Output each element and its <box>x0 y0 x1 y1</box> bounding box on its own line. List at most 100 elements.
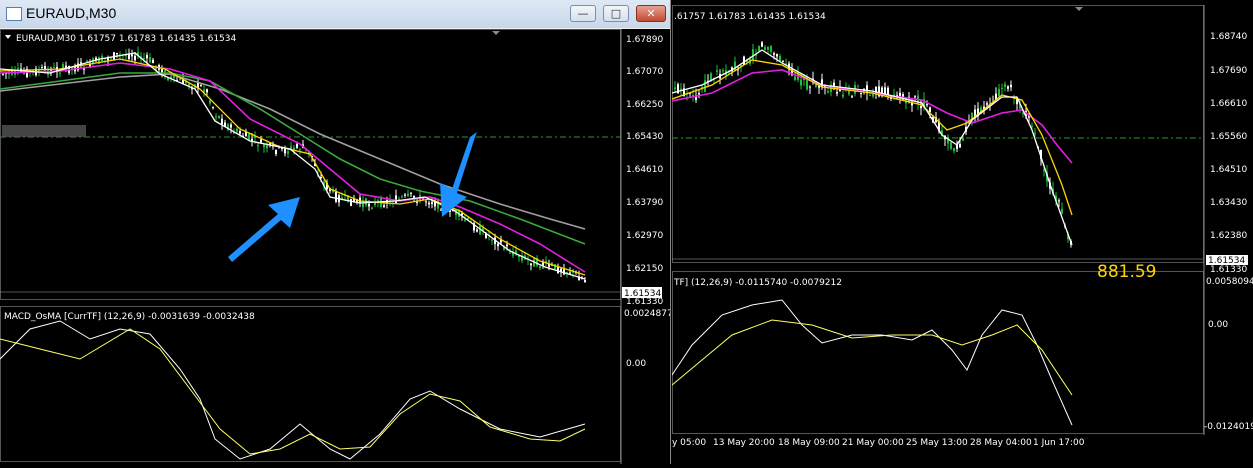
histogram-bar <box>238 362 241 420</box>
left-chart-area[interactable]: EURAUD,M30 1.61757 1.61783 1.61435 1.615… <box>0 29 670 464</box>
histogram-bar <box>866 317 869 323</box>
price-tick: 1.66250 <box>626 100 663 110</box>
candle-body <box>41 67 43 68</box>
histogram-bar <box>94 359 97 362</box>
histogram-bar <box>38 362 41 369</box>
histogram-bar <box>562 361 565 362</box>
histogram-bar <box>914 323 917 328</box>
price-tick: 1.64510 <box>1210 165 1247 175</box>
histogram-bar <box>378 337 381 362</box>
histogram-bar <box>514 362 517 371</box>
histogram-bar <box>1002 313 1005 323</box>
histogram-bar <box>154 362 157 393</box>
candle-body <box>218 116 220 118</box>
histogram-bar <box>110 352 113 362</box>
histogram-bar <box>1010 323 1013 324</box>
indicator-scale-bottom: -0.0124019 <box>1204 422 1253 432</box>
minimize-button[interactable]: — <box>570 5 596 22</box>
histogram-bar <box>746 323 749 340</box>
histogram-bar <box>266 362 269 364</box>
down-arrow-annotation[interactable] <box>440 132 477 217</box>
ma-magenta-line <box>672 70 1072 163</box>
candle-body <box>1031 126 1033 127</box>
histogram-bar <box>258 362 261 380</box>
histogram-bar <box>814 323 817 336</box>
candle-body <box>53 67 55 68</box>
candle-body <box>335 192 337 202</box>
histogram-bar <box>426 335 429 362</box>
candle-body <box>758 46 760 51</box>
candle-body <box>287 151 289 153</box>
candle-body <box>887 88 889 95</box>
left-chart-svg[interactable]: EURAUD,M30 1.61757 1.61783 1.61435 1.615… <box>0 29 670 464</box>
left-chart-window: EURAUD,M30 — □ ✕ EURAUD,M30 1.61757 1.61… <box>0 0 671 464</box>
shift-marker-icon[interactable] <box>1075 7 1083 11</box>
histogram-bar <box>502 362 505 378</box>
price-tick: 1.62150 <box>626 264 663 274</box>
ma-fast-line <box>672 50 1072 245</box>
candle-body <box>800 80 802 86</box>
candle-body <box>260 140 262 143</box>
histogram-bar <box>950 323 953 349</box>
histogram-bar <box>530 362 533 367</box>
histogram-bar <box>214 362 217 401</box>
histogram-bar <box>882 316 885 323</box>
histogram-bar <box>194 362 197 377</box>
candle-body <box>413 196 415 198</box>
histogram-bar <box>134 360 137 362</box>
right-chart-window[interactable]: .61757 1.61783 1.61435 1.61534 1.68740 1… <box>672 5 1253 464</box>
histogram-bar <box>870 317 873 323</box>
shift-marker-icon[interactable] <box>492 31 500 35</box>
window-titlebar[interactable]: EURAUD,M30 — □ ✕ <box>0 0 670 28</box>
candle-body <box>560 269 562 271</box>
candle-body <box>773 53 775 55</box>
histogram-bar <box>138 362 141 370</box>
histogram-bar <box>374 341 377 362</box>
candle-body <box>497 244 499 247</box>
histogram-bar <box>102 354 105 362</box>
candle-body <box>200 85 202 86</box>
up-arrow-annotation[interactable] <box>228 197 300 262</box>
histogram-bar <box>418 321 421 362</box>
histogram-bar <box>334 362 337 387</box>
candle-body <box>134 56 136 60</box>
histogram-bar <box>438 362 441 363</box>
histogram-bar <box>726 323 729 326</box>
candle-body <box>506 245 508 247</box>
histogram-bar <box>414 323 417 362</box>
price-tick: 1.63790 <box>626 198 663 208</box>
right-chart-svg[interactable]: .61757 1.61783 1.61435 1.61534 1.68740 1… <box>672 5 1253 464</box>
histogram-bar <box>730 323 733 329</box>
histogram-bar <box>274 348 277 362</box>
histogram-bar <box>906 319 909 323</box>
histogram-bar <box>318 362 321 373</box>
histogram-bar <box>926 323 929 336</box>
histogram-bar <box>430 343 433 362</box>
histogram-bar <box>958 323 961 346</box>
histogram-bar <box>34 362 37 365</box>
histogram-bar <box>698 298 701 323</box>
candle-body <box>464 220 466 221</box>
symbol-header: EURAUD,M30 1.61757 1.61783 1.61435 1.615… <box>16 34 237 44</box>
maximize-button[interactable]: □ <box>603 5 629 22</box>
ma-yellow-line <box>0 59 585 275</box>
histogram-bar <box>786 323 789 351</box>
histogram-bar <box>834 323 837 326</box>
histogram-bar <box>62 362 65 381</box>
histogram-bar <box>270 353 273 362</box>
histogram-bar <box>774 323 777 349</box>
price-scale: 1.68740 1.67690 1.66610 1.65560 1.64510 … <box>1210 32 1247 241</box>
candle-body <box>716 70 718 71</box>
histogram-bar <box>290 339 293 362</box>
candle-body <box>953 148 955 151</box>
candle-body <box>179 78 181 80</box>
histogram-bar <box>202 362 205 375</box>
candle-body <box>206 89 208 92</box>
triangle-down-icon[interactable] <box>5 35 11 39</box>
candle-body <box>212 107 214 108</box>
candle-body <box>860 93 862 94</box>
histogram-bar <box>18 353 21 362</box>
candle-body <box>152 60 154 63</box>
close-button[interactable]: ✕ <box>636 5 666 22</box>
histogram-bar <box>506 362 509 373</box>
